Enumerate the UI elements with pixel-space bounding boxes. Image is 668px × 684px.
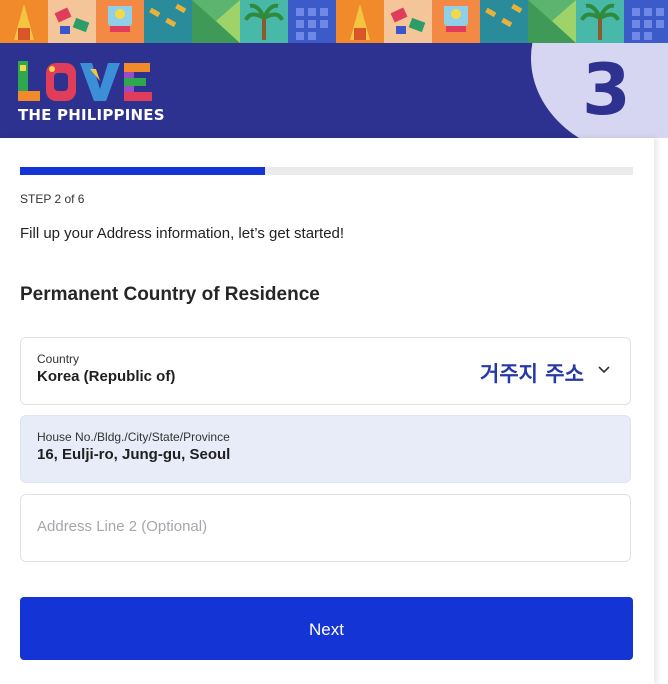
progress-bar-fill bbox=[20, 167, 266, 175]
step-indicator: STEP 2 of 6 bbox=[20, 192, 85, 206]
country-select[interactable]: Country Korea (Republic of) 거주지 주소 bbox=[20, 337, 631, 405]
site-header: THE PHILIPPINES 3 bbox=[0, 43, 668, 138]
address-line-2-placeholder: Address Line 2 (Optional) bbox=[37, 518, 208, 535]
love-the-philippines-logo: THE PHILIPPINES bbox=[16, 59, 166, 125]
address-line-1-value: 16, Eulji-ro, Jung-gu, Seoul bbox=[37, 446, 231, 463]
pattern-tile bbox=[624, 0, 668, 43]
address-line-1-field[interactable]: House No./Bldg./City/State/Province 16, … bbox=[20, 415, 631, 483]
address-line-2-field[interactable]: Address Line 2 (Optional) bbox=[20, 494, 631, 562]
pattern-tile bbox=[336, 0, 384, 43]
pattern-tile bbox=[384, 0, 432, 43]
progress-bar bbox=[20, 167, 633, 175]
address-annotation: 거주지 주소 bbox=[480, 362, 584, 386]
pattern-tile bbox=[576, 0, 624, 43]
pattern-tile bbox=[480, 0, 528, 43]
pattern-tile bbox=[432, 0, 480, 43]
country-value: Korea (Republic of) bbox=[37, 368, 176, 385]
pattern-tile bbox=[288, 0, 336, 43]
pattern-tile bbox=[48, 0, 96, 43]
logo-subtitle: THE PHILIPPINES bbox=[18, 106, 165, 124]
love-logo-graphic bbox=[18, 61, 152, 101]
pattern-tile bbox=[0, 0, 48, 43]
section-title: Permanent Country of Residence bbox=[20, 284, 320, 305]
pattern-tile bbox=[240, 0, 288, 43]
country-label: Country bbox=[37, 352, 80, 366]
pattern-tile bbox=[528, 0, 576, 43]
address-line-1-label: House No./Bldg./City/State/Province bbox=[37, 430, 230, 444]
pattern-tile bbox=[192, 0, 240, 43]
decorative-pattern-banner bbox=[0, 0, 668, 43]
pattern-tile bbox=[96, 0, 144, 43]
step-badge-number: 3 bbox=[582, 49, 631, 131]
chevron-down-icon[interactable] bbox=[597, 364, 611, 374]
next-button[interactable]: Next bbox=[20, 597, 633, 660]
intro-text: Fill up your Address information, let’s … bbox=[20, 225, 345, 242]
pattern-tile bbox=[144, 0, 192, 43]
